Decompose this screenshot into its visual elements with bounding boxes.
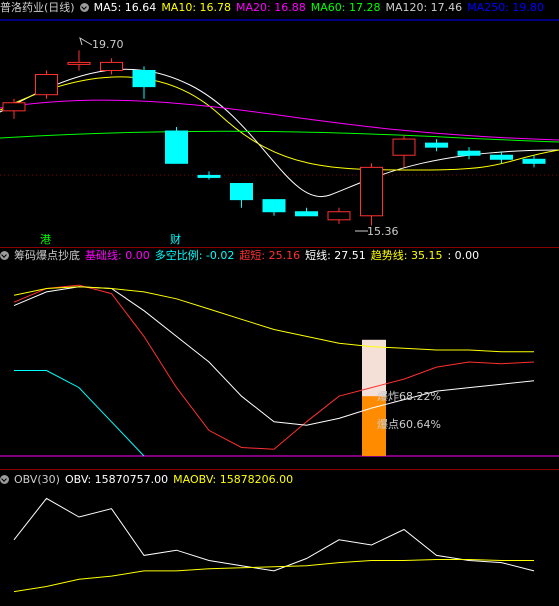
candle-body: [457, 150, 481, 156]
ma-legend-item: MA120: 17.46: [385, 1, 463, 14]
ma-line: [0, 76, 559, 171]
low-price-label: 15.36: [367, 225, 399, 238]
indicator-legend-item: 趋势线: 35.15: [370, 249, 443, 262]
candle-body: [197, 174, 221, 178]
main-price-panel: 普洛药业(日线) MA5: 16.64 MA10: 16.78 MA20: 16.88…: [0, 0, 559, 247]
indicator-legend: 基础线: 0.00 多空比例: -0.02 超短: 25.16 短线: 27.51 趋势…: [85, 249, 484, 262]
obv-chart: [13, 497, 535, 593]
candle-body: [392, 138, 416, 156]
candle-body: [490, 154, 513, 160]
ma-legend-item: MA250: 19.80: [467, 1, 544, 14]
indicator-legend-item: : 0.00: [447, 249, 480, 262]
candle-body: [2, 102, 26, 112]
ma-line: [0, 130, 559, 143]
finance-tag[interactable]: 财: [170, 231, 181, 247]
candle-body: [67, 61, 91, 65]
chevron-down-icon[interactable]: [0, 251, 9, 260]
point-label: 爆点60.64%: [377, 418, 441, 431]
obv-title: OBV(30): [14, 473, 60, 486]
obv-legend-item: OBV: 15870757.00: [64, 473, 169, 486]
candle-body: [295, 211, 318, 217]
ma-legend-item: MA5: 16.64: [93, 1, 157, 14]
high-price-label: 19.70: [92, 38, 124, 51]
chips-header: 筹码爆点抄底 基础线: 0.00 多空比例: -0.02 超短: 25.16 短线: 2…: [0, 248, 489, 264]
candle-body: [262, 199, 286, 213]
main-header: 普洛药业(日线) MA5: 16.64 MA10: 16.78 MA20: 16.88…: [0, 0, 554, 16]
candle-body: [165, 130, 188, 164]
candle-body: [522, 158, 546, 164]
candle-body: [360, 166, 383, 217]
ma-legend-item: MA60: 17.28: [310, 1, 381, 14]
ma-line: [0, 68, 559, 198]
candle-body: [327, 211, 351, 221]
ma-legend-item: MA20: 16.88: [236, 1, 306, 14]
series-line: [13, 286, 535, 426]
series-line: [14, 370, 145, 457]
hk-tag[interactable]: 港: [40, 231, 51, 247]
stock-title: 普洛药业(日线): [0, 1, 75, 14]
ma-legend: MA5: 16.64 MA10: 16.78 MA20: 16.88 MA60: 17…: [94, 1, 549, 14]
chips-indicator-chart: [0, 284, 559, 457]
chevron-down-icon[interactable]: [0, 475, 9, 484]
ma-legend-item: MA10: 16.78: [161, 1, 232, 14]
indicator-panel-obv: OBV(30) OBV: 15870757.00 MAOBV: 15878206.0…: [0, 470, 559, 606]
candle-body: [425, 142, 448, 148]
candle-body: [230, 182, 253, 201]
candle-body: [100, 61, 123, 71]
obv-legend: OBV: 15870757.00 MAOBV: 15878206.00: [65, 473, 298, 486]
indicator-legend-item: 超短: 25.16: [239, 249, 301, 262]
obv-series-line: [13, 559, 534, 593]
obv-header: OBV(30) OBV: 15870757.00 MAOBV: 15878206.0…: [0, 472, 303, 488]
indicator-legend-item: 多空比例: -0.02: [154, 249, 235, 262]
candle-body: [132, 69, 156, 88]
indicator-legend-item: 短线: 27.51: [305, 249, 366, 262]
indicator-title: 筹码爆点抄底: [14, 249, 80, 262]
high-arrow: [79, 36, 93, 46]
indicator-panel-chips: 筹码爆点抄底 基础线: 0.00 多空比例: -0.02 超短: 25.16 短线: 2…: [0, 248, 559, 469]
obv-legend-item: MAOBV: 15878206.00: [173, 473, 294, 486]
indicator-legend-item: 基础线: 0.00: [85, 249, 150, 262]
candlestick-chart: [0, 19, 559, 232]
series-line: [13, 284, 535, 450]
series-line: [13, 286, 534, 353]
candle-body: [35, 74, 58, 96]
chevron-down-icon[interactable]: [79, 3, 89, 12]
explode-label: 爆炸68.22%: [377, 390, 441, 403]
obv-series-line: [13, 497, 535, 572]
